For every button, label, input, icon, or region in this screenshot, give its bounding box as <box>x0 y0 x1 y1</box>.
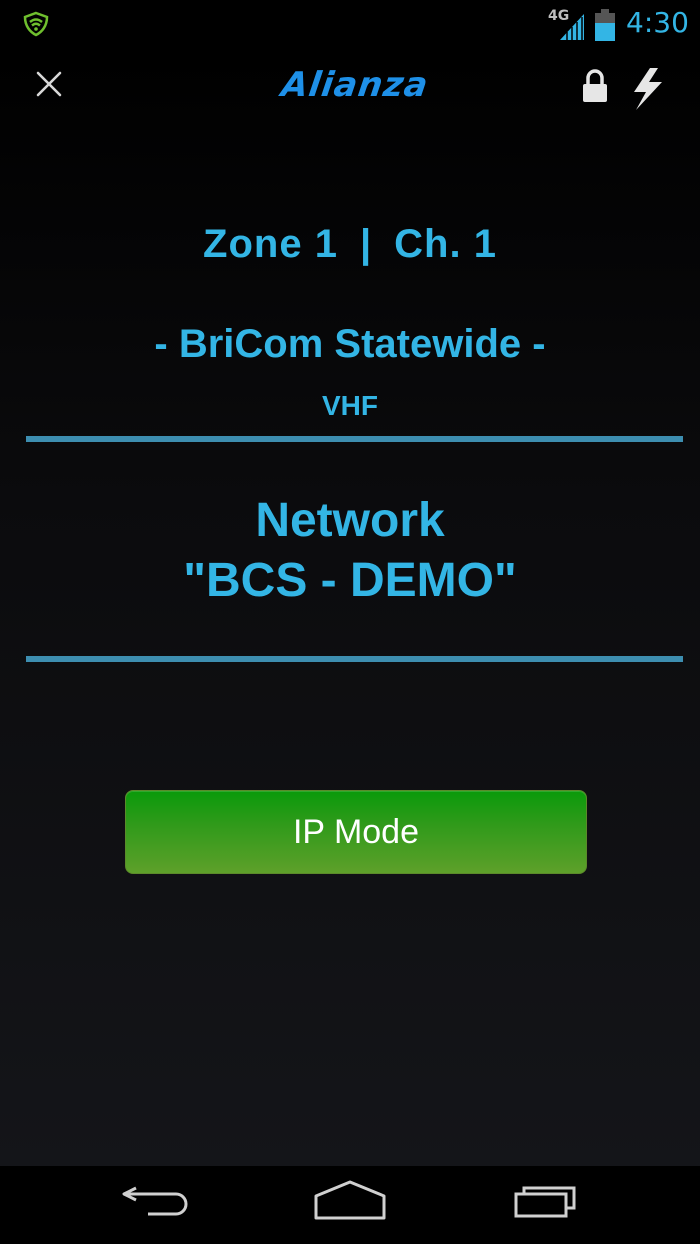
zone-label: Zone 1 <box>203 222 338 266</box>
band-label: VHF <box>322 390 378 421</box>
status-bar: 4G 4:30 <box>0 0 700 50</box>
recent-apps-icon[interactable] <box>510 1180 584 1220</box>
clock: 4:30 <box>626 6 689 39</box>
divider-top <box>26 436 683 442</box>
divider-bottom <box>26 656 683 662</box>
navigation-bar <box>0 1166 700 1244</box>
lightning-bolt-icon[interactable] <box>626 66 668 112</box>
ip-mode-button[interactable]: IP Mode <box>125 790 587 874</box>
app-area: Alianza Zone 1 | Ch. 1 - BriCom Statewide … <box>0 50 700 1166</box>
signal-icon <box>560 14 584 40</box>
alianza-logo: Alianza <box>278 65 432 105</box>
network-heading: Network <box>255 494 445 547</box>
zone-channel-line: Zone 1 | Ch. 1 <box>0 222 700 267</box>
back-icon[interactable] <box>118 1180 192 1220</box>
zone-channel-separator: | <box>359 222 373 266</box>
close-icon[interactable] <box>30 65 68 103</box>
lock-icon[interactable] <box>580 68 610 104</box>
network-name: "BCS - DEMO" <box>183 554 517 607</box>
battery-icon <box>595 9 615 41</box>
lookout-shield-icon <box>23 11 49 37</box>
channel-label: Ch. 1 <box>394 222 497 266</box>
system-name: - BriCom Statewide - <box>154 322 546 366</box>
home-icon[interactable] <box>312 1178 388 1222</box>
